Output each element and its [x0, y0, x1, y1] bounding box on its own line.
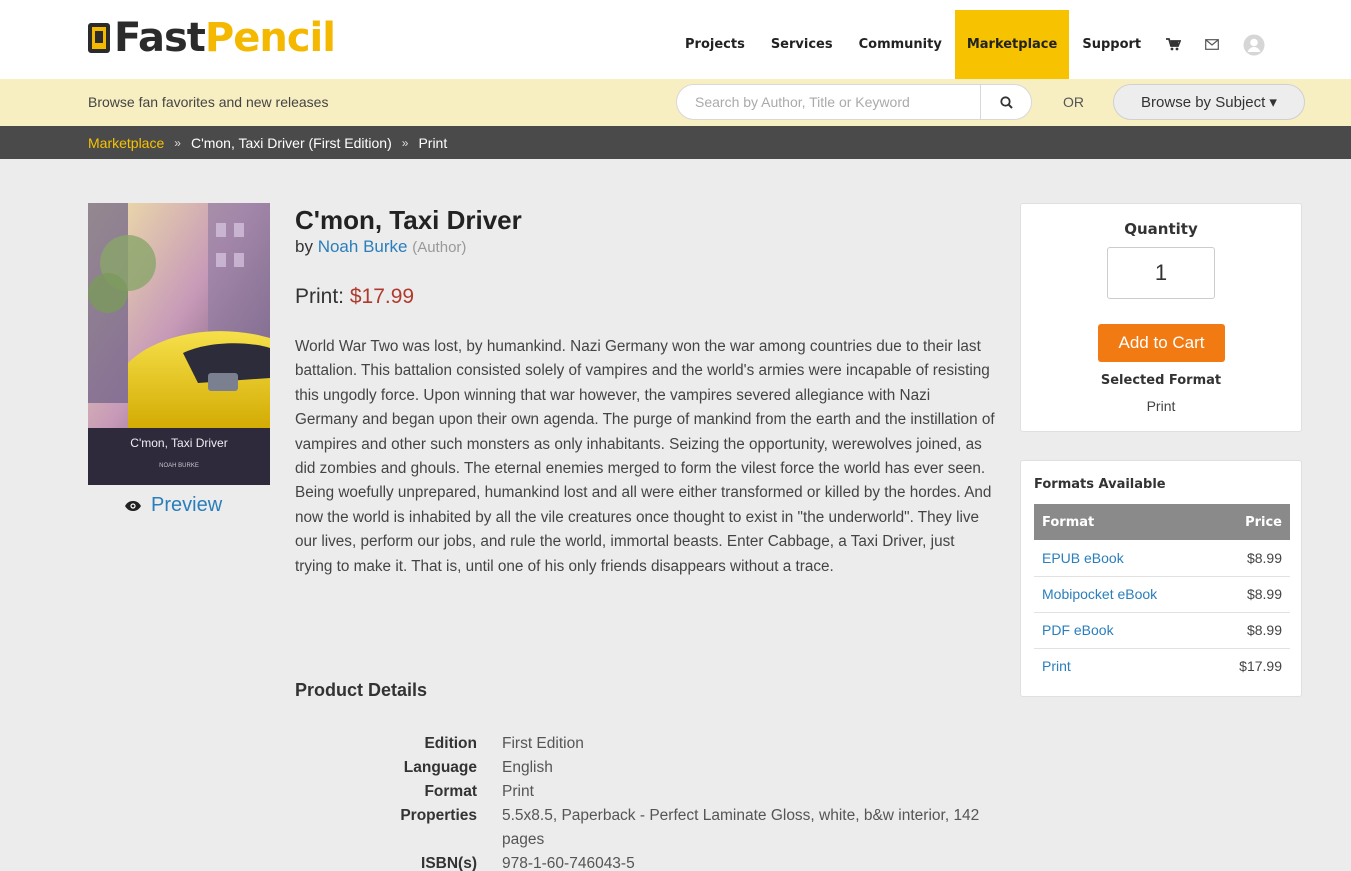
detail-row-isbn: ISBN(s) 978-1-60-746043-5: [380, 852, 982, 871]
detail-value: English: [502, 759, 553, 776]
author-role: (Author): [412, 239, 467, 256]
search-input[interactable]: [695, 94, 962, 110]
table-row: Print $17.99: [1034, 648, 1290, 684]
logo-text-pencil: Pencil: [204, 15, 336, 61]
nav-projects[interactable]: Projects: [672, 10, 758, 79]
detail-value: Print: [502, 783, 534, 800]
main-nav: Projects Services Community Marketplace …: [672, 10, 1277, 79]
or-separator: OR: [1063, 94, 1084, 110]
add-to-cart-button[interactable]: Add to Cart: [1098, 324, 1225, 362]
quantity-input[interactable]: [1107, 247, 1215, 299]
price-line: Print: $17.99: [295, 285, 414, 309]
table-row: PDF eBook $8.99: [1034, 612, 1290, 649]
formats-table: Format Price EPUB eBook $8.99 Mobipocket…: [1034, 504, 1290, 684]
format-price: $8.99: [1210, 576, 1290, 613]
book-title: C'mon, Taxi Driver: [295, 205, 522, 235]
breadcrumb-format: Print: [418, 134, 448, 151]
format-price: $8.99: [1210, 612, 1290, 649]
book-description: World War Two was lost, by humankind. Na…: [295, 338, 995, 575]
mail-icon[interactable]: [1193, 10, 1231, 79]
formats-title: Formats Available: [1034, 477, 1166, 492]
site-header: Fast Pencil Projects Services Community M…: [0, 0, 1351, 79]
detail-row-language: Language English: [380, 756, 982, 780]
format-link-mobipocket[interactable]: Mobipocket eBook: [1034, 576, 1211, 613]
selected-format-value: Print: [1146, 398, 1176, 414]
search-icon: [999, 95, 1013, 109]
format-link-epub[interactable]: EPUB eBook: [1034, 540, 1211, 577]
detail-key: Language: [403, 759, 477, 776]
purchase-panel: Quantity Add to Cart Selected Format Pri…: [1020, 203, 1302, 432]
preview-link[interactable]: Preview: [125, 494, 222, 517]
user-avatar-icon[interactable]: [1231, 10, 1277, 79]
by-line: by Noah Burke (Author): [295, 237, 466, 257]
cart-icon[interactable]: [1154, 10, 1193, 79]
format-link-print[interactable]: Print: [1034, 648, 1211, 684]
cover-author-text: NOAH BURKE: [159, 463, 199, 469]
author-link[interactable]: Noah Burke: [318, 237, 408, 256]
product-details: Edition First Edition Language English F…: [380, 732, 982, 871]
search-button[interactable]: [980, 84, 1032, 120]
price-column-header: Price: [1210, 504, 1290, 540]
detail-key: Properties: [400, 807, 477, 824]
book-price: $17.99: [349, 285, 415, 308]
breadcrumb-book[interactable]: C'mon, Taxi Driver (First Edition): [191, 135, 392, 151]
price-label: Print:: [295, 285, 345, 308]
format-link-pdf[interactable]: PDF eBook: [1034, 612, 1211, 649]
breadcrumb-separator: »: [174, 135, 181, 150]
format-price: $8.99: [1210, 540, 1290, 577]
formats-header-row: Format Price: [1034, 504, 1290, 540]
nav-services[interactable]: Services: [758, 10, 846, 79]
breadcrumb-separator: »: [401, 135, 409, 150]
nav-community[interactable]: Community: [846, 10, 955, 79]
quantity-label: Quantity: [1124, 220, 1198, 238]
eye-icon: [125, 494, 141, 517]
detail-value: 5.5x8.5, Paperback - Perfect Laminate Gl…: [502, 807, 980, 848]
format-price: $17.99: [1239, 658, 1282, 675]
selected-format-label: Selected Format: [1100, 373, 1222, 388]
cover-title-text: C'mon, Taxi Driver: [130, 436, 227, 450]
detail-key: Format: [424, 783, 477, 800]
fastpencil-logo[interactable]: Fast Pencil: [88, 14, 336, 62]
detail-row-edition: Edition First Edition: [380, 732, 982, 756]
breadcrumb-marketplace[interactable]: Marketplace: [88, 135, 164, 151]
table-row: EPUB eBook $8.99: [1034, 540, 1290, 577]
book-cover-image[interactable]: C'mon, Taxi Driver NOAH BURKE: [88, 203, 270, 485]
logo-mark-icon: [88, 23, 110, 53]
logo-text-fast: Fast: [114, 15, 206, 61]
browse-bar: Browse fan favorites and new releases OR…: [0, 79, 1351, 126]
detail-value: First Edition: [502, 735, 584, 752]
formats-panel: Formats Available Format Price EPUB eBoo…: [1020, 460, 1302, 697]
nav-support[interactable]: Support: [1069, 10, 1154, 79]
browse-by-subject-button[interactable]: Browse by Subject ▾: [1113, 84, 1305, 120]
format-column-header: Format: [1034, 504, 1211, 540]
by-text: by: [295, 237, 313, 256]
search-field[interactable]: [676, 84, 981, 120]
nav-marketplace[interactable]: Marketplace: [954, 10, 1070, 79]
breadcrumb: Marketplace » C'mon, Taxi Driver (First …: [0, 126, 1351, 159]
preview-label: Preview: [151, 494, 223, 516]
table-row: Mobipocket eBook $8.99: [1034, 576, 1290, 613]
detail-key: Edition: [424, 735, 477, 752]
detail-row-format: Format Print: [380, 780, 982, 804]
product-details-heading: Product Details: [295, 680, 428, 700]
detail-key: ISBN(s): [421, 855, 477, 871]
browse-tagline: Browse fan favorites and new releases: [88, 94, 329, 110]
detail-row-properties: Properties 5.5x8.5, Paperback - Perfect …: [380, 804, 982, 852]
detail-value: 978-1-60-746043-5: [502, 855, 635, 871]
